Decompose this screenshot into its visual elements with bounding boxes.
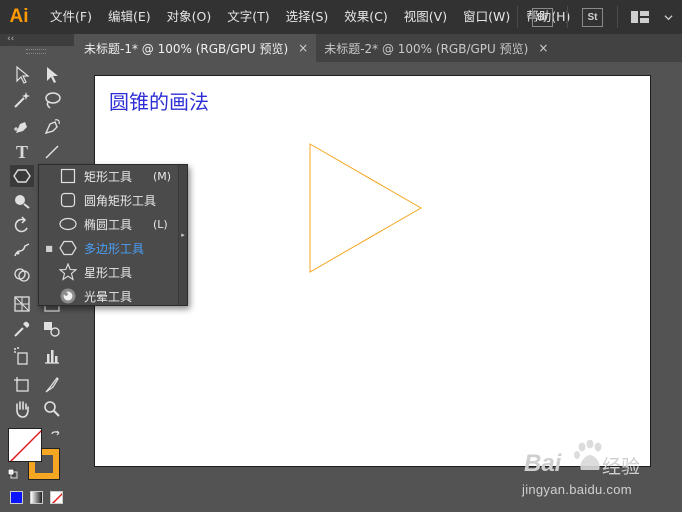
flyout-item-polygon[interactable]: ■ 多边形工具 xyxy=(39,236,179,260)
hand-tool-icon[interactable] xyxy=(10,398,34,420)
selection-tool-icon[interactable] xyxy=(10,64,34,86)
fill-swatch[interactable] xyxy=(8,428,42,462)
chevron-down-icon[interactable] xyxy=(658,9,678,26)
menu-separator xyxy=(617,6,618,28)
puppet-warp-tool-icon[interactable] xyxy=(10,240,34,262)
menu-separator xyxy=(517,6,518,28)
swap-fill-stroke-icon[interactable] xyxy=(50,430,62,442)
fill-stroke-swatches xyxy=(7,428,66,484)
stock-button[interactable]: St xyxy=(582,7,603,27)
column-graph-tool-icon[interactable] xyxy=(40,345,64,367)
flyout-item-flare[interactable]: 光晕工具 xyxy=(39,284,179,308)
blend-tool-icon[interactable] xyxy=(40,318,64,340)
app-logo: Ai xyxy=(9,6,29,27)
none-mode-button[interactable] xyxy=(50,491,63,504)
menu-select[interactable]: 选择(S) xyxy=(278,0,337,34)
menu-view[interactable]: 视图(V) xyxy=(396,0,455,34)
line-segment-tool-icon[interactable] xyxy=(40,141,64,163)
selected-marker: ■ xyxy=(45,243,53,253)
flyout-item-rectangle[interactable]: 矩形工具 (M) xyxy=(39,164,179,188)
menu-effect[interactable]: 效果(C) xyxy=(336,0,395,34)
tearoff-button[interactable]: ▸ xyxy=(178,165,187,305)
polygon-tool-icon[interactable] xyxy=(10,165,34,187)
symbol-sprayer-tool-icon[interactable] xyxy=(10,345,34,367)
close-icon[interactable]: × xyxy=(298,41,308,55)
gradient-mode-button[interactable] xyxy=(30,491,43,504)
shape-builder-tool-icon[interactable] xyxy=(10,264,34,286)
default-colors-icon[interactable] xyxy=(7,468,18,479)
flyout-item-ellipse[interactable]: 椭圆工具 (L) xyxy=(39,212,179,236)
rotate-tool-icon[interactable] xyxy=(10,215,34,237)
watermark-brand: Bai xyxy=(524,450,562,477)
lasso-tool-icon[interactable] xyxy=(40,89,64,111)
workspace-layout-icon[interactable] xyxy=(630,9,650,26)
bridge-button[interactable]: Br xyxy=(532,7,553,27)
panel-grip[interactable] xyxy=(26,49,46,54)
rounded-rectangle-icon xyxy=(58,190,78,210)
menu-object[interactable]: 对象(O) xyxy=(159,0,220,34)
watermark-url: jingyan.baidu.com xyxy=(522,482,632,497)
tab-label: 未标题-2* @ 100% (RGB/GPU 预览) xyxy=(324,41,529,56)
shaper-tool-icon[interactable] xyxy=(10,190,34,212)
tab-label: 未标题-1* @ 100% (RGB/GPU 预览) xyxy=(84,41,289,56)
baidu-jingyan-watermark: Bai 经验 jingyan.baidu.com xyxy=(520,440,670,502)
menu-edit[interactable]: 编辑(E) xyxy=(100,0,159,34)
document-tab-bar: 未标题-1* @ 100% (RGB/GPU 预览) × 未标题-2* @ 10… xyxy=(76,34,682,62)
tab-document-1[interactable]: 未标题-1* @ 100% (RGB/GPU 预览) × xyxy=(76,34,317,62)
close-icon[interactable]: × xyxy=(538,41,548,55)
type-tool-icon[interactable]: T xyxy=(10,141,34,163)
menu-bar: Ai 文件(F) 编辑(E) 对象(O) 文字(T) 选择(S) 效果(C) 视… xyxy=(0,0,682,34)
collapse-panel-button[interactable]: ‹‹ xyxy=(0,34,74,46)
color-mode-button[interactable] xyxy=(10,491,23,504)
eyedropper-tool-icon[interactable] xyxy=(10,318,34,340)
ellipse-icon xyxy=(58,214,78,234)
curvature-tool-icon[interactable] xyxy=(40,116,64,138)
menu-file[interactable]: 文件(F) xyxy=(42,0,100,34)
shape-tools-flyout: 矩形工具 (M) 圆角矩形工具 椭圆工具 (L) ■ 多边形工具 星形工具 光晕… xyxy=(38,164,188,306)
flyout-item-rounded-rectangle[interactable]: 圆角矩形工具 xyxy=(39,188,179,212)
pen-tool-icon[interactable] xyxy=(10,116,34,138)
slice-tool-icon[interactable] xyxy=(40,374,64,396)
polygon-icon xyxy=(58,238,78,258)
menu-type[interactable]: 文字(T) xyxy=(219,0,277,34)
magic-wand-tool-icon[interactable] xyxy=(10,89,34,111)
flyout-item-star[interactable]: 星形工具 xyxy=(39,260,179,284)
rectangle-icon xyxy=(58,166,78,186)
perspective-grid-tool-icon[interactable] xyxy=(10,293,34,315)
zoom-tool-icon[interactable] xyxy=(40,398,64,420)
direct-selection-tool-icon[interactable] xyxy=(40,64,64,86)
tab-document-2[interactable]: 未标题-2* @ 100% (RGB/GPU 预览) × xyxy=(316,34,556,62)
star-icon xyxy=(58,262,78,282)
artboard-tool-icon[interactable] xyxy=(10,374,34,396)
flare-icon xyxy=(58,286,78,306)
watermark-brand-suffix: 经验 xyxy=(602,456,641,478)
menu-separator xyxy=(567,6,568,28)
triangle-shape[interactable] xyxy=(309,143,423,273)
